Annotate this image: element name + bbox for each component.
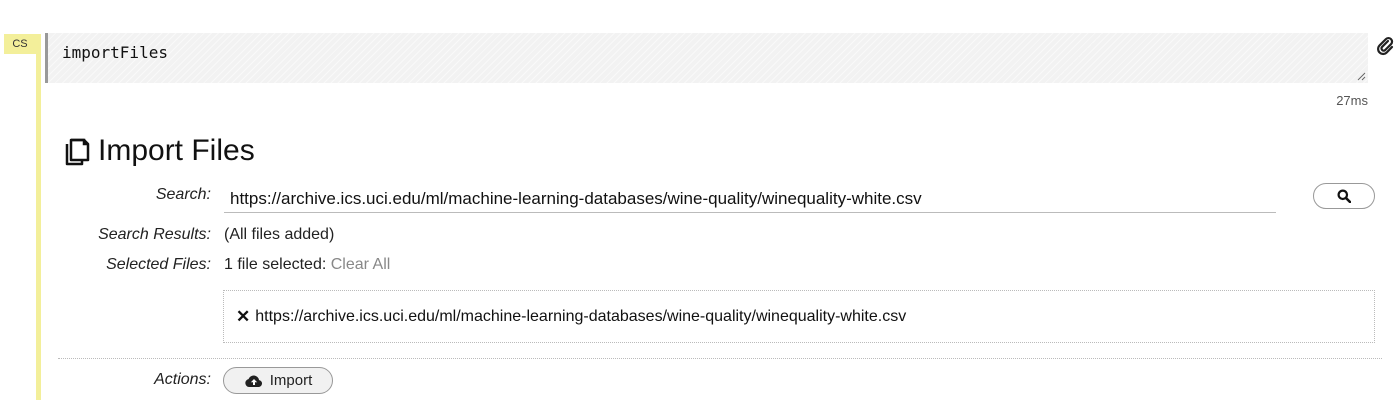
code-editor[interactable]: importFiles <box>45 33 1368 83</box>
paperclip-icon[interactable] <box>1376 36 1394 56</box>
selected-count: 1 file selected: <box>224 256 327 273</box>
import-label: Import <box>269 372 313 389</box>
selected-files-label: Selected Files: <box>106 256 211 273</box>
import-button[interactable]: Import <box>223 367 333 394</box>
page-title: Import Files <box>98 134 255 167</box>
panel-header: Import Files <box>64 134 255 168</box>
search-results-label: Search Results: <box>98 226 211 243</box>
cloud-upload-icon <box>245 374 262 387</box>
remove-x-icon[interactable]: ✕ <box>236 307 250 327</box>
search-button[interactable] <box>1313 183 1375 209</box>
list-item: ✕ https://archive.ics.uci.edu/ml/machine… <box>236 307 906 327</box>
file-url: https://archive.ics.uci.edu/ml/machine-l… <box>255 308 907 325</box>
search-results-value: (All files added) <box>224 226 335 243</box>
selected-files-list: ✕ https://archive.ics.uci.edu/ml/machine… <box>223 290 1375 343</box>
copy-files-icon <box>65 138 90 166</box>
divider <box>58 358 1382 359</box>
execution-time: 27ms <box>1336 93 1368 108</box>
clear-all-link[interactable]: Clear All <box>331 256 391 273</box>
search-label: Search: <box>155 186 211 203</box>
actions-label: Actions: <box>154 371 211 388</box>
code-text[interactable]: importFiles <box>62 43 168 62</box>
selected-files-summary: 1 file selected: Clear All <box>224 256 390 274</box>
search-input[interactable] <box>224 185 1276 213</box>
cell-gutter <box>36 34 41 400</box>
resize-handle-icon[interactable] <box>1356 71 1366 81</box>
search-icon <box>1337 189 1351 203</box>
cell-type-badge: CS <box>4 34 36 54</box>
